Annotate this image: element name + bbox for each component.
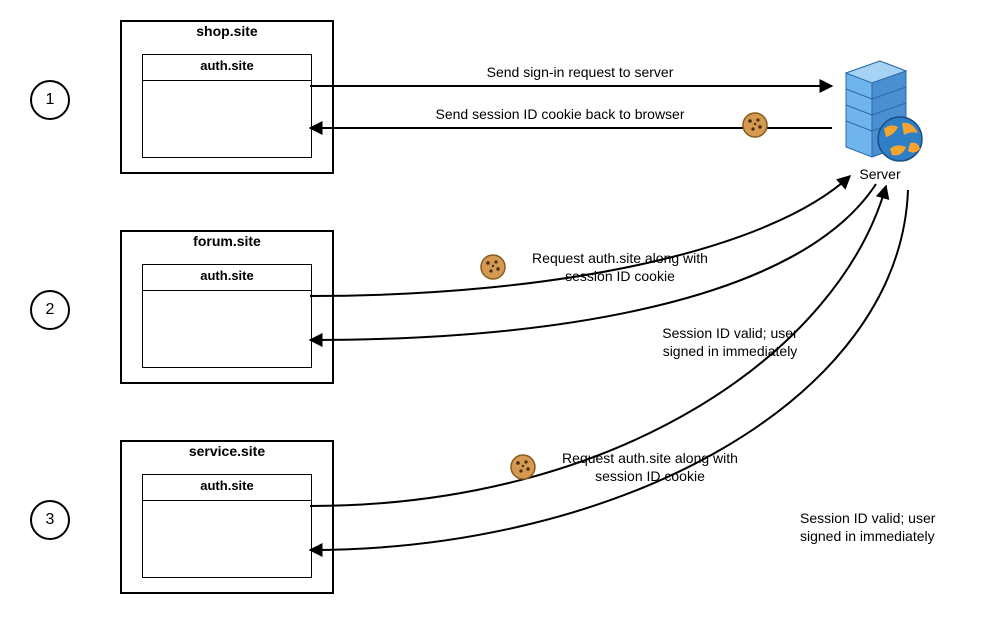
site-title-service: service.site: [121, 441, 333, 465]
globe-icon: [876, 115, 924, 166]
iframe-auth-2: auth.site: [142, 264, 312, 368]
cookie-icon: [742, 112, 768, 138]
browser-frame-service: service.site auth.site: [120, 440, 334, 594]
step-circle-3: 3: [30, 500, 70, 540]
iframe-auth-3: auth.site: [142, 474, 312, 578]
iframe-title-auth-2: auth.site: [143, 265, 311, 291]
site-title-forum: forum.site: [121, 231, 333, 255]
label-step3-response: Session ID valid; user signed in immedia…: [800, 510, 1000, 545]
label-step1-request: Send sign-in request to server: [430, 64, 730, 82]
label-step2-response: Session ID valid; user signed in immedia…: [630, 325, 830, 360]
cookie-icon: [510, 454, 536, 480]
step-circle-1: 1: [30, 80, 70, 120]
arrow-step3-response: [310, 190, 908, 550]
browser-frame-forum: forum.site auth.site: [120, 230, 334, 384]
iframe-auth-1: auth.site: [142, 54, 312, 158]
label-step1-response: Send session ID cookie back to browser: [400, 106, 720, 124]
site-title-shop: shop.site: [121, 21, 333, 45]
browser-frame-shop: shop.site auth.site: [120, 20, 334, 174]
label-step2-request: Request auth.site along with session ID …: [510, 250, 730, 285]
iframe-title-auth-1: auth.site: [143, 55, 311, 81]
label-step3-request: Request auth.site along with session ID …: [540, 450, 760, 485]
diagram-canvas: 1 2 3 shop.site auth.site forum.site aut…: [0, 0, 1000, 633]
server-label: Server: [840, 166, 920, 182]
iframe-title-auth-3: auth.site: [143, 475, 311, 501]
step-circle-2: 2: [30, 290, 70, 330]
cookie-icon: [480, 254, 506, 280]
